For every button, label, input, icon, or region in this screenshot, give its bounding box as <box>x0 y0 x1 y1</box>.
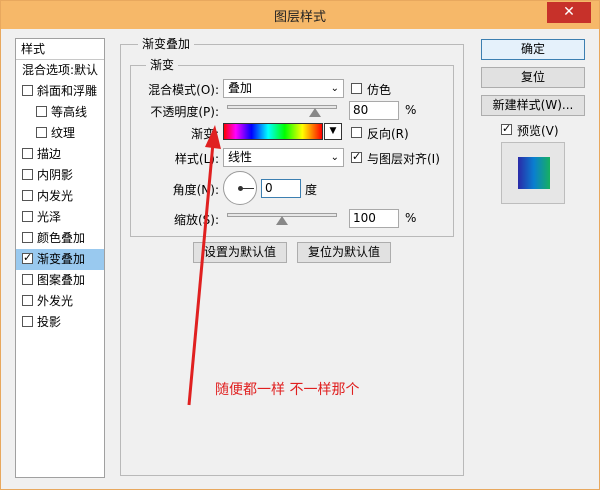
sidebar-item[interactable]: 渐变叠加 <box>16 249 104 270</box>
reset-button[interactable]: 复位 <box>481 67 585 88</box>
blend-mode-value: 叠加 <box>228 81 253 95</box>
sidebar-item[interactable]: 内阴影 <box>16 165 104 186</box>
sidebar-item-label: 等高线 <box>51 105 88 119</box>
style-preview <box>501 142 565 204</box>
sidebar-item[interactable]: 等高线 <box>16 102 104 123</box>
preview-swatch <box>518 157 550 189</box>
dither-label: 仿色 <box>367 83 392 97</box>
sidebar-item[interactable]: 纹理 <box>16 123 104 144</box>
angle-unit: 度 <box>305 183 318 197</box>
sidebar-item-checkbox[interactable] <box>36 127 47 138</box>
subgroup-title: 渐变 <box>146 58 179 72</box>
styles-list: 样式 混合选项:默认斜面和浮雕等高线纹理描边内阴影内发光光泽颜色叠加渐变叠加图案… <box>15 38 105 478</box>
sidebar-item-checkbox[interactable] <box>22 211 33 222</box>
sidebar-item[interactable]: 投影 <box>16 312 104 333</box>
align-with-layer-checkbox[interactable] <box>351 150 362 164</box>
sidebar-item[interactable]: 光泽 <box>16 207 104 228</box>
styles-items: 混合选项:默认斜面和浮雕等高线纹理描边内阴影内发光光泽颜色叠加渐变叠加图案叠加外… <box>16 60 104 333</box>
gradient-dropdown-button[interactable]: ▼ <box>324 123 342 140</box>
sidebar-item-label: 外发光 <box>37 294 74 308</box>
sidebar-item[interactable]: 颜色叠加 <box>16 228 104 249</box>
sidebar-item-label: 描边 <box>37 147 62 161</box>
sidebar-item-checkbox[interactable] <box>22 232 33 243</box>
scale-input[interactable]: 100 <box>349 209 399 228</box>
blend-mode-select[interactable]: 叠加 ⌄ <box>223 79 344 98</box>
new-style-button[interactable]: 新建样式(W)... <box>481 95 585 116</box>
ok-button[interactable]: 确定 <box>481 39 585 60</box>
close-button[interactable]: ✕ <box>547 2 591 23</box>
sidebar-item-checkbox[interactable] <box>22 169 33 180</box>
sidebar-item-checkbox[interactable] <box>22 295 33 306</box>
annotation-text: 随便都一样 不一样那个 <box>215 382 360 398</box>
sidebar-item-label: 图案叠加 <box>37 273 86 287</box>
reset-default-button[interactable]: 复位为默认值 <box>297 242 391 263</box>
chevron-down-icon: ⌄ <box>330 152 339 163</box>
sidebar-item-checkbox[interactable] <box>22 148 33 159</box>
preview-checkbox[interactable] <box>501 122 512 136</box>
sidebar-item-checkbox[interactable] <box>22 251 33 265</box>
opacity-label: 不透明度(P): <box>150 105 219 119</box>
dither-checkbox[interactable] <box>351 83 362 94</box>
sidebar-item-checkbox[interactable] <box>22 85 33 96</box>
opacity-unit: % <box>405 103 417 117</box>
styles-header[interactable]: 样式 <box>16 39 104 60</box>
sidebar-item-label: 混合选项:默认 <box>22 63 99 77</box>
opacity-slider-thumb[interactable] <box>309 108 321 117</box>
sidebar-item-checkbox[interactable] <box>36 106 47 117</box>
angle-dial-icon[interactable] <box>223 171 257 205</box>
angle-center-dot <box>238 186 243 191</box>
layer-style-dialog: 图层样式 ✕ 样式 混合选项:默认斜面和浮雕等高线纹理描边内阴影内发光光泽颜色叠… <box>0 0 600 490</box>
sidebar-item-label: 内发光 <box>37 189 74 203</box>
sidebar-item-label: 内阴影 <box>37 168 74 182</box>
preview-label: 预览(V) <box>517 124 559 138</box>
scale-unit: % <box>405 211 417 225</box>
sidebar-item[interactable]: 内发光 <box>16 186 104 207</box>
scale-label: 缩放(S): <box>173 213 219 227</box>
gradient-picker[interactable] <box>223 123 323 140</box>
sidebar-item-label: 渐变叠加 <box>37 252 86 266</box>
style-select[interactable]: 线性 ⌄ <box>223 148 344 167</box>
style-label: 样式(L): <box>174 152 219 166</box>
window-title: 图层样式 <box>273 10 326 25</box>
sidebar-item-label: 颜色叠加 <box>37 231 86 245</box>
style-value: 线性 <box>228 150 253 164</box>
reverse-checkbox[interactable] <box>351 127 362 138</box>
angle-label: 角度(N): <box>172 183 219 197</box>
close-icon: ✕ <box>563 4 575 20</box>
sidebar-item-label: 光泽 <box>37 210 62 224</box>
sidebar-item[interactable]: 描边 <box>16 144 104 165</box>
chevron-down-icon: ⌄ <box>330 83 339 94</box>
sidebar-item-label: 投影 <box>37 315 62 329</box>
sidebar-item-label: 纹理 <box>51 126 76 140</box>
gradient-label: 渐变: <box>190 127 219 141</box>
scale-slider-thumb[interactable] <box>276 216 288 225</box>
triangle-down-icon: ▼ <box>329 126 337 136</box>
angle-input[interactable]: 0 <box>261 179 301 198</box>
title-bar: 图层样式 ✕ <box>1 1 599 29</box>
sidebar-item-checkbox[interactable] <box>22 316 33 327</box>
group-title: 渐变叠加 <box>138 37 195 51</box>
sidebar-item[interactable]: 斜面和浮雕 <box>16 81 104 102</box>
sidebar-item[interactable]: 外发光 <box>16 291 104 312</box>
sidebar-item[interactable]: 混合选项:默认 <box>16 60 104 81</box>
align-with-layer-label: 与图层对齐(I) <box>367 152 440 166</box>
sidebar-item-label: 斜面和浮雕 <box>37 84 98 98</box>
blend-mode-label: 混合模式(O): <box>148 83 219 97</box>
set-default-button[interactable]: 设置为默认值 <box>193 242 287 263</box>
opacity-input[interactable]: 80 <box>349 101 399 120</box>
sidebar-item-checkbox[interactable] <box>22 274 33 285</box>
reverse-label: 反向(R) <box>367 127 409 141</box>
sidebar-item-checkbox[interactable] <box>22 190 33 201</box>
sidebar-item[interactable]: 图案叠加 <box>16 270 104 291</box>
